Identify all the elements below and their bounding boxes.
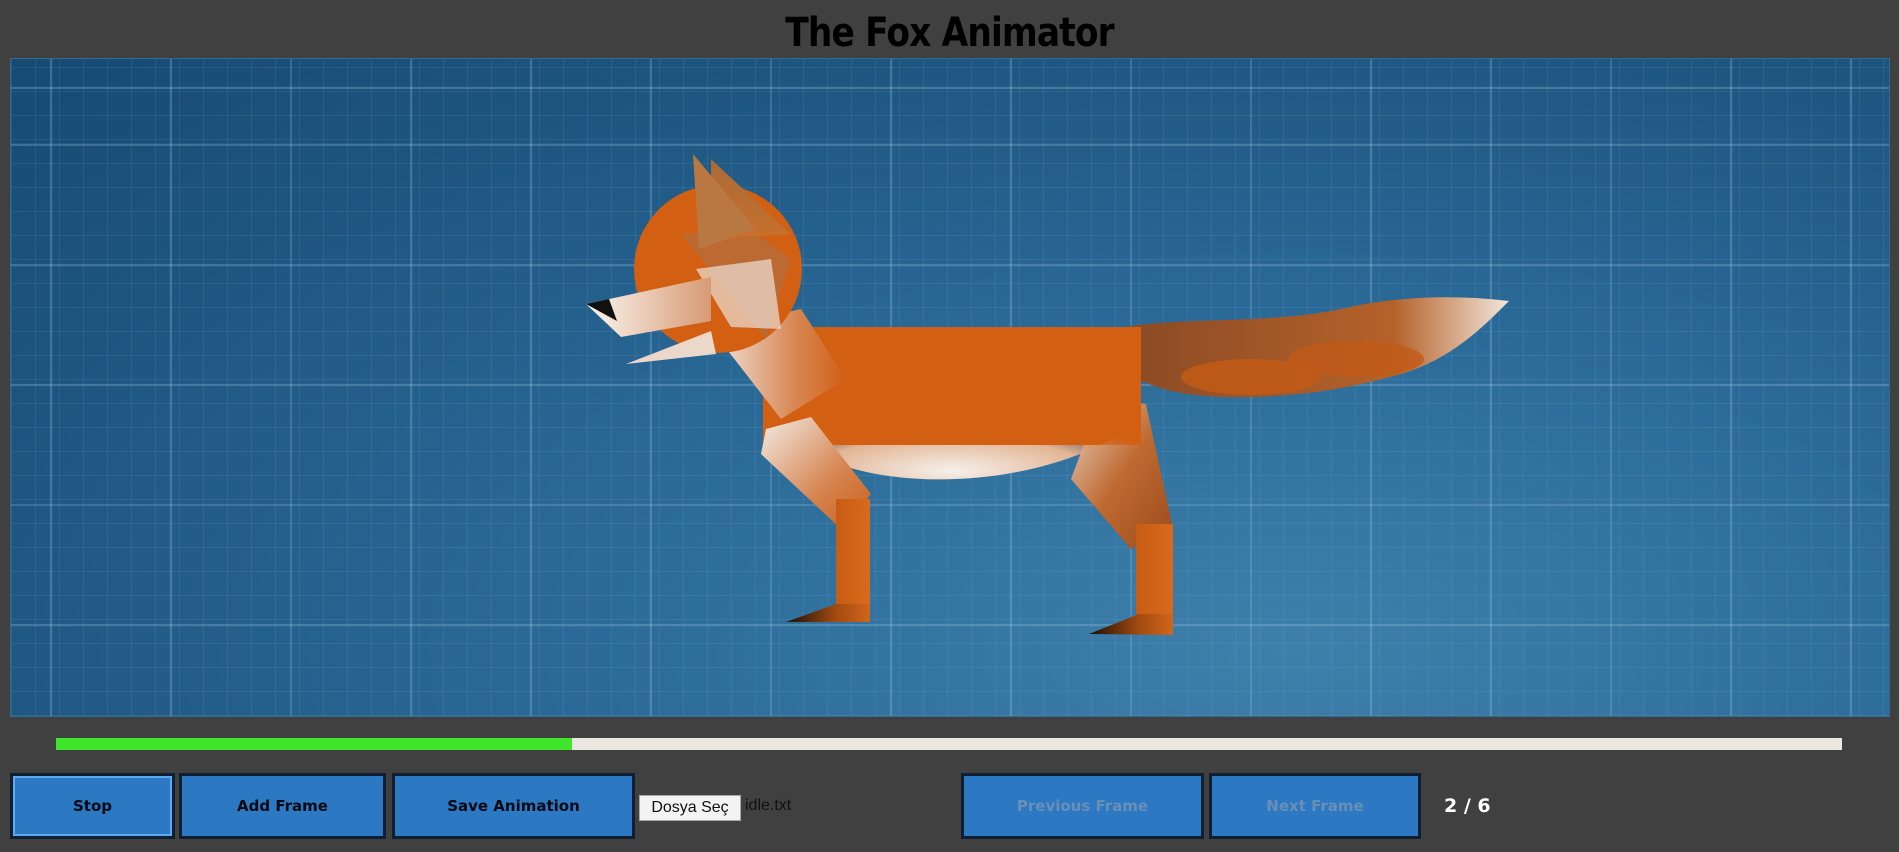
playback-progress-fill bbox=[56, 738, 572, 750]
playback-progress-bar[interactable] bbox=[56, 738, 1842, 750]
frame-counter: 2 / 6 bbox=[1444, 795, 1491, 817]
next-frame-button[interactable]: Next Frame bbox=[1209, 773, 1421, 839]
fox-front-paw bbox=[786, 604, 870, 622]
animation-canvas[interactable] bbox=[10, 58, 1890, 717]
add-frame-button[interactable]: Add Frame bbox=[179, 773, 386, 839]
app-title: The Fox Animator bbox=[785, 10, 1114, 56]
choose-file-button[interactable]: Dosya Seç bbox=[639, 795, 741, 821]
save-animation-button[interactable]: Save Animation bbox=[392, 773, 635, 839]
fox-hind-paw bbox=[1089, 614, 1173, 635]
previous-frame-button[interactable]: Previous Frame bbox=[961, 773, 1204, 839]
selected-file-name: idle.txt bbox=[745, 797, 792, 814]
fox-figure[interactable] bbox=[11, 59, 1889, 716]
stop-button[interactable]: Stop bbox=[10, 773, 175, 839]
fox-front-leg bbox=[836, 499, 870, 619]
